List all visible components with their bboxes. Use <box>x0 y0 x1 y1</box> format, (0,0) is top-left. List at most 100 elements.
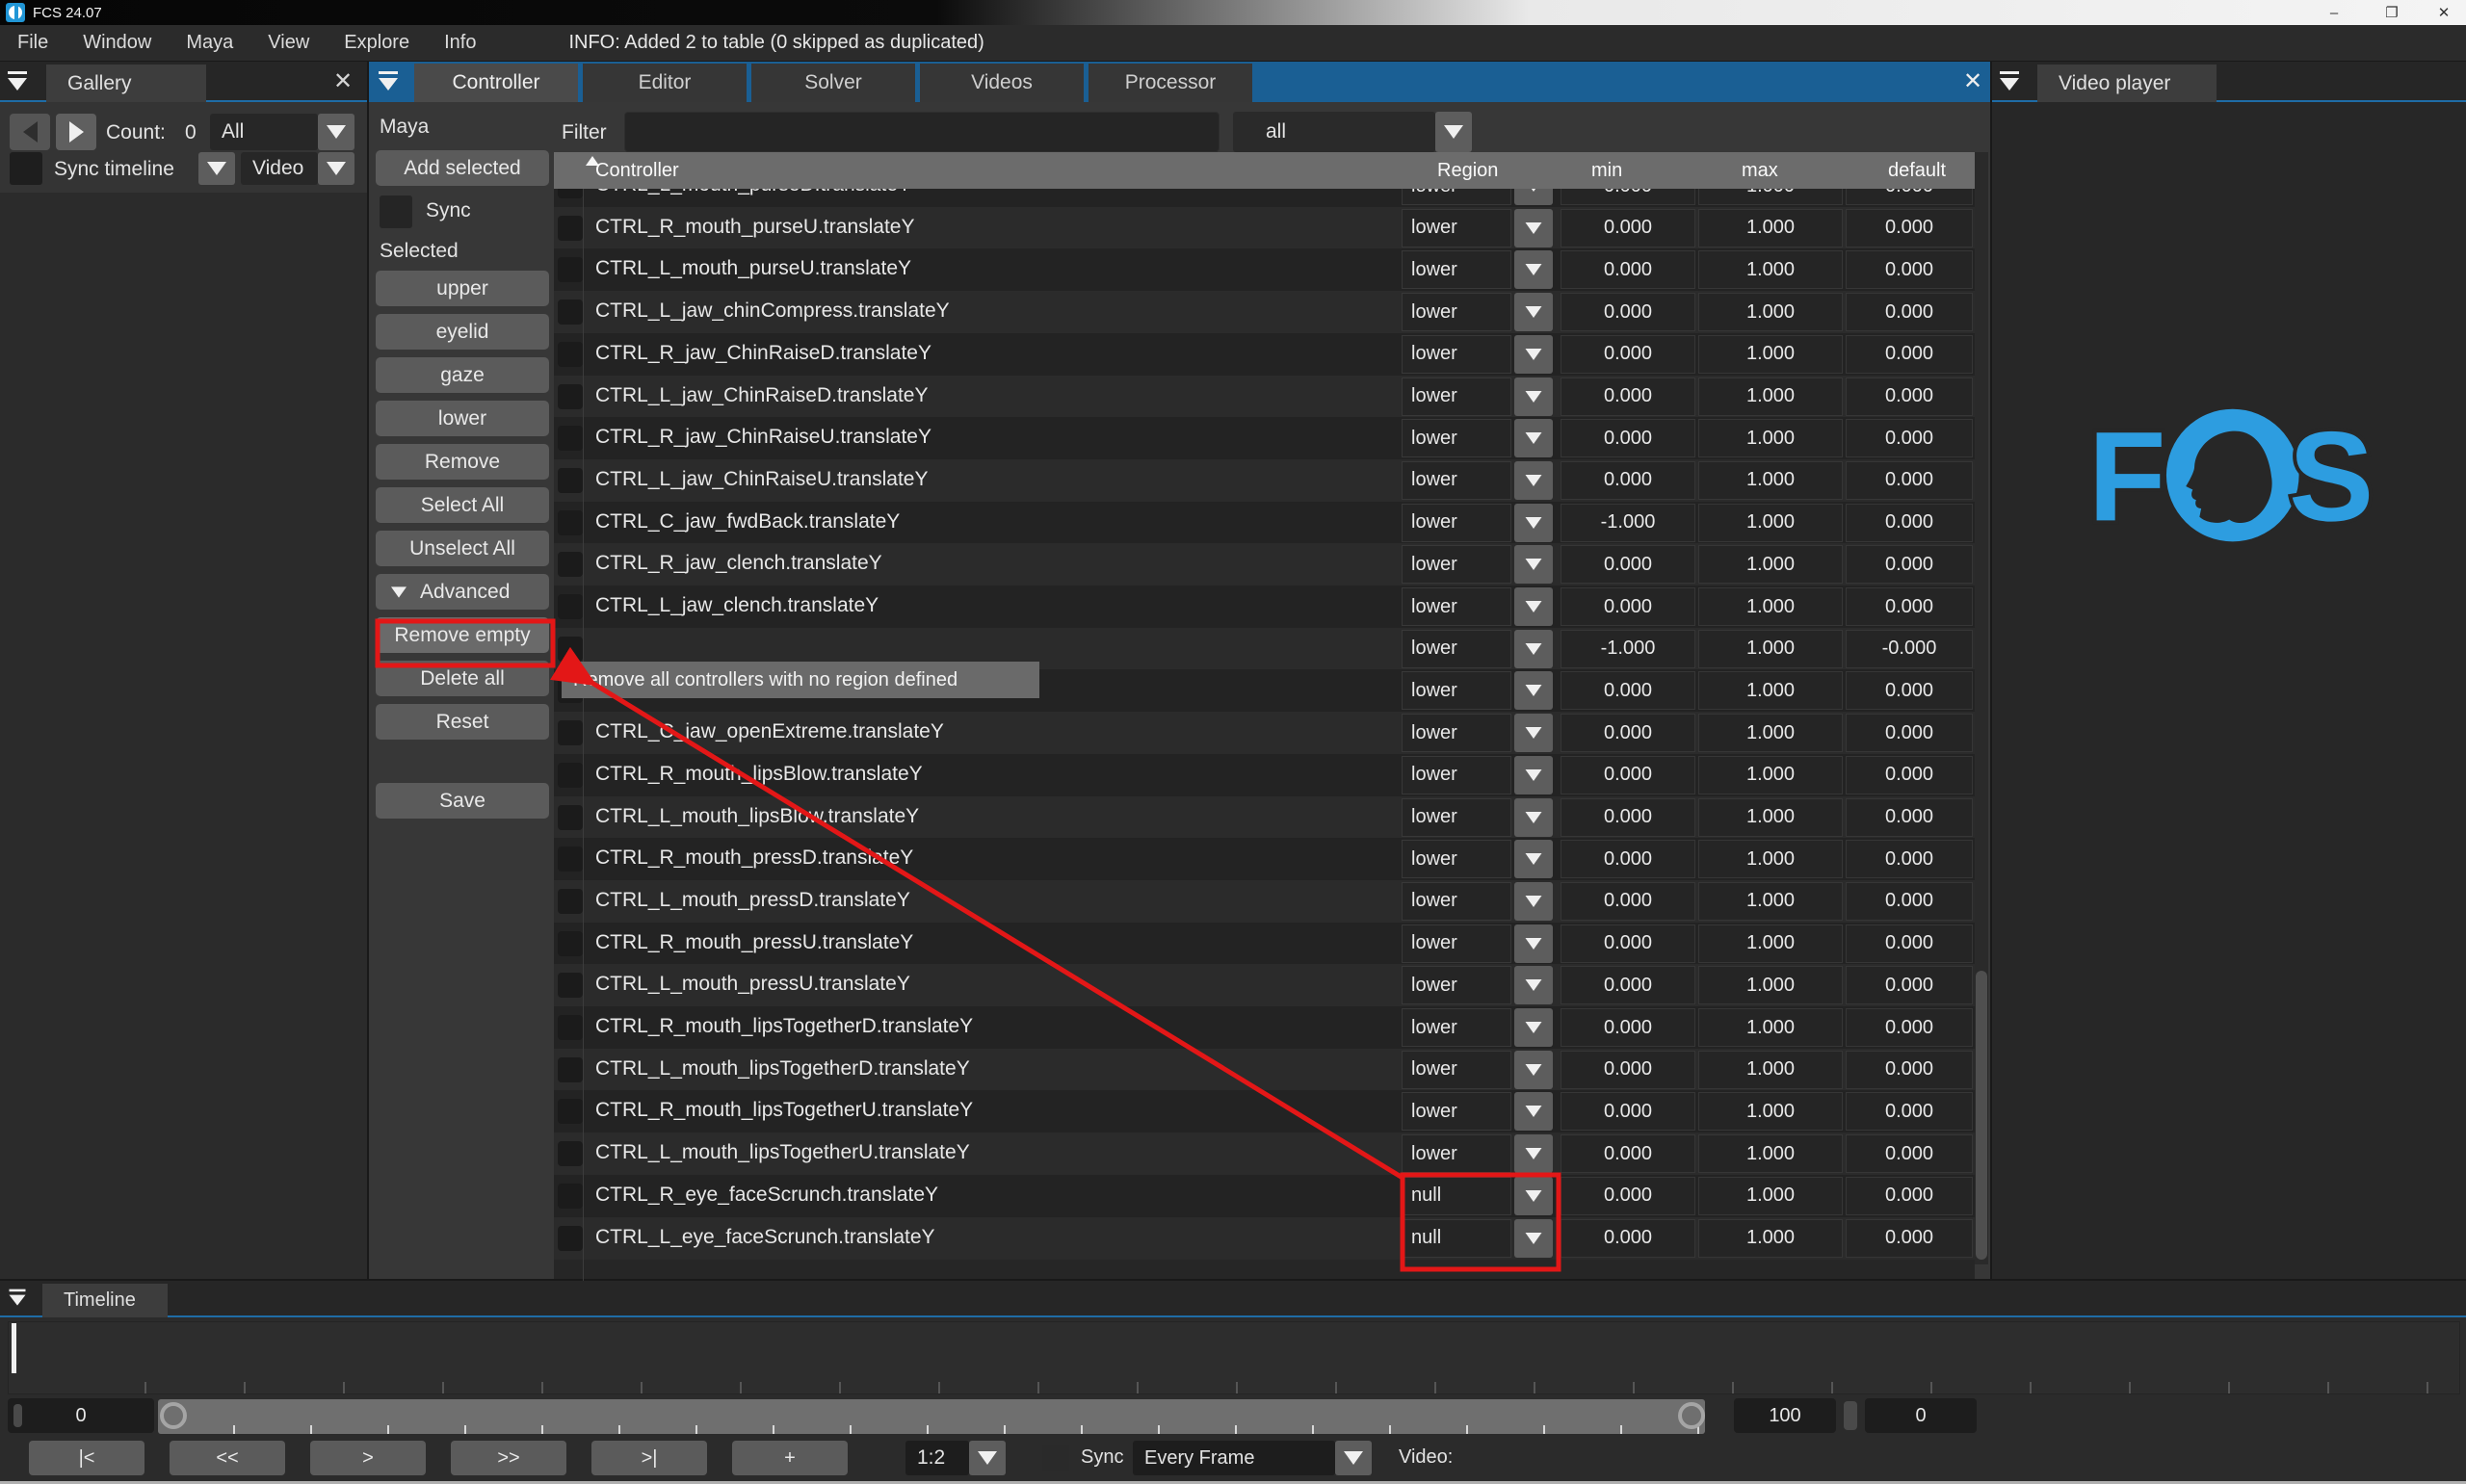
default-cell[interactable]: 0.000 <box>1846 671 1973 710</box>
region-dropdown-button[interactable] <box>1514 545 1553 584</box>
max-cell[interactable]: 1.000 <box>1698 966 1843 1004</box>
menu-maya[interactable]: Maya <box>169 25 250 62</box>
gallery-filter-dropdown[interactable]: All <box>210 114 318 150</box>
region-cell[interactable]: lower <box>1402 882 1511 921</box>
step-back-button[interactable]: << <box>170 1441 285 1475</box>
timeline-sync-checkbox[interactable] <box>1042 1445 1069 1471</box>
row-checkbox[interactable] <box>558 510 583 535</box>
tab-processor[interactable]: Processor <box>1089 64 1252 102</box>
collapse-panel-icon[interactable] <box>8 71 27 92</box>
min-cell[interactable]: 0.000 <box>1561 1177 1695 1215</box>
playhead[interactable] <box>12 1323 16 1373</box>
header-default[interactable]: default <box>1888 160 1946 182</box>
table-row[interactable]: CTRL_L_jaw_ChinRaiseD.translateY lower 0… <box>554 376 1975 418</box>
region-cell[interactable]: lower <box>1402 840 1511 878</box>
row-checkbox[interactable] <box>558 973 583 998</box>
table-row[interactable]: CTRL_R_mouth_pressU.translateY lower 0.0… <box>554 923 1975 965</box>
table-row[interactable]: CTRL_L_jaw_chinCompress.translateY lower… <box>554 291 1975 333</box>
region-dropdown-button[interactable] <box>1514 419 1553 457</box>
min-cell[interactable]: 0.000 <box>1561 1092 1695 1131</box>
default-cell[interactable]: 0.000 <box>1846 966 1973 1004</box>
region-dropdown-button[interactable] <box>1514 756 1553 794</box>
max-cell[interactable]: 1.000 <box>1698 293 1843 331</box>
step-ratio-dropdown[interactable]: 1:2 <box>905 1441 969 1475</box>
max-cell[interactable]: 1.000 <box>1698 461 1843 500</box>
max-cell[interactable]: 1.000 <box>1698 630 1843 668</box>
region-dropdown-button[interactable] <box>1514 882 1553 921</box>
default-cell[interactable]: 0.000 <box>1846 714 1973 752</box>
region-dropdown-button[interactable] <box>1514 1134 1553 1173</box>
remove-button[interactable]: Remove <box>376 444 549 480</box>
row-checkbox[interactable] <box>558 468 583 493</box>
default-cell[interactable]: 0.000 <box>1846 545 1973 584</box>
table-row[interactable]: CTRL_L_mouth_pressD.translateY lower 0.0… <box>554 880 1975 923</box>
table-row[interactable]: CTRL_R_jaw_ChinRaiseD.translateY lower 0… <box>554 333 1975 376</box>
default-cell[interactable]: 0.000 <box>1846 924 1973 963</box>
table-row[interactable]: CTRL_R_eye_faceScrunch.translateY null 0… <box>554 1175 1975 1217</box>
max-cell[interactable]: 1.000 <box>1698 1134 1843 1173</box>
min-cell[interactable]: 0.000 <box>1561 335 1695 374</box>
region-cell[interactable]: lower <box>1402 756 1511 794</box>
minimize-button[interactable]: – <box>2312 0 2356 25</box>
tab-video-player[interactable]: Video player <box>2037 65 2217 102</box>
region-dropdown-button[interactable] <box>1514 209 1553 247</box>
table-row[interactable]: CTRL_L_jaw_ChinRaiseU.translateY lower 0… <box>554 459 1975 502</box>
title-bar[interactable]: FCS 24.07 – ❐ ✕ <box>0 0 2466 25</box>
region-cell[interactable]: null <box>1402 1177 1511 1215</box>
max-cell[interactable]: 1.000 <box>1698 378 1843 416</box>
max-cell[interactable]: 1.000 <box>1698 587 1843 626</box>
max-cell[interactable]: 1.000 <box>1698 419 1843 457</box>
max-cell[interactable]: 1.000 <box>1698 250 1843 289</box>
default-cell[interactable]: 0.000 <box>1846 798 1973 837</box>
eyelid-button[interactable]: eyelid <box>376 314 549 350</box>
min-cell[interactable]: -1.000 <box>1561 504 1695 542</box>
region-cell[interactable]: lower <box>1402 250 1511 289</box>
range-end-box[interactable]: 100 <box>1734 1398 1836 1433</box>
region-cell[interactable]: lower <box>1402 714 1511 752</box>
default-cell[interactable]: 0.000 <box>1846 504 1973 542</box>
step-forward-button[interactable]: >> <box>451 1441 566 1475</box>
min-cell[interactable]: 0.000 <box>1561 840 1695 878</box>
region-cell[interactable]: lower <box>1402 461 1511 500</box>
range-splitter[interactable] <box>1844 1401 1857 1430</box>
table-row[interactable]: CTRL_L_eye_faceScrunch.translateY null 0… <box>554 1217 1975 1260</box>
region-cell[interactable]: lower <box>1402 1008 1511 1047</box>
max-cell[interactable]: 1.000 <box>1698 1177 1843 1215</box>
region-dropdown-button[interactable] <box>1514 461 1553 500</box>
max-cell[interactable]: 1.000 <box>1698 924 1843 963</box>
region-dropdown-button[interactable] <box>1514 798 1553 837</box>
default-cell[interactable]: 0.000 <box>1846 250 1973 289</box>
default-cell[interactable]: 0.000 <box>1846 1219 1973 1258</box>
min-cell[interactable]: 0.000 <box>1561 250 1695 289</box>
menu-info[interactable]: Info <box>427 25 493 62</box>
lower-button[interactable]: lower <box>376 401 549 436</box>
region-dropdown-button[interactable] <box>1514 630 1553 668</box>
menu-explore[interactable]: Explore <box>327 25 427 62</box>
row-checkbox[interactable] <box>558 846 583 872</box>
max-cell[interactable]: 1.000 <box>1698 882 1843 921</box>
tab-solver[interactable]: Solver <box>751 64 915 102</box>
row-checkbox[interactable] <box>558 763 583 788</box>
table-row[interactable]: CTRL_L_mouth_lipsTogetherD.translateY lo… <box>554 1049 1975 1091</box>
step-ratio-dropdown-button[interactable] <box>969 1441 1006 1475</box>
table-row[interactable]: CTRL_C_jaw_fwdBack.translateY lower -1.0… <box>554 502 1975 544</box>
min-cell[interactable]: 0.000 <box>1561 1051 1695 1089</box>
row-checkbox[interactable] <box>558 1057 583 1082</box>
max-cell[interactable]: 1.000 <box>1698 798 1843 837</box>
region-dropdown-button[interactable] <box>1514 840 1553 878</box>
min-cell[interactable]: 0.000 <box>1561 293 1695 331</box>
header-min[interactable]: min <box>1591 160 1622 182</box>
table-row[interactable]: CTRL_R_mouth_lipsTogetherD.translateY lo… <box>554 1006 1975 1049</box>
select-all-button[interactable]: Select All <box>376 487 549 523</box>
min-cell[interactable]: 0.000 <box>1561 378 1695 416</box>
min-cell[interactable]: 0.000 <box>1561 1134 1695 1173</box>
row-checkbox[interactable] <box>558 1184 583 1209</box>
table-row[interactable]: CTRL_R_mouth_pressD.translateY lower 0.0… <box>554 838 1975 880</box>
default-cell[interactable]: 0.000 <box>1846 882 1973 921</box>
row-checkbox[interactable] <box>558 384 583 409</box>
default-cell[interactable]: 0.000 <box>1846 587 1973 626</box>
region-cell[interactable]: lower <box>1402 966 1511 1004</box>
region-cell[interactable]: lower <box>1402 671 1511 710</box>
region-cell[interactable]: lower <box>1402 924 1511 963</box>
close-controller-icon[interactable]: ✕ <box>1963 70 1982 93</box>
